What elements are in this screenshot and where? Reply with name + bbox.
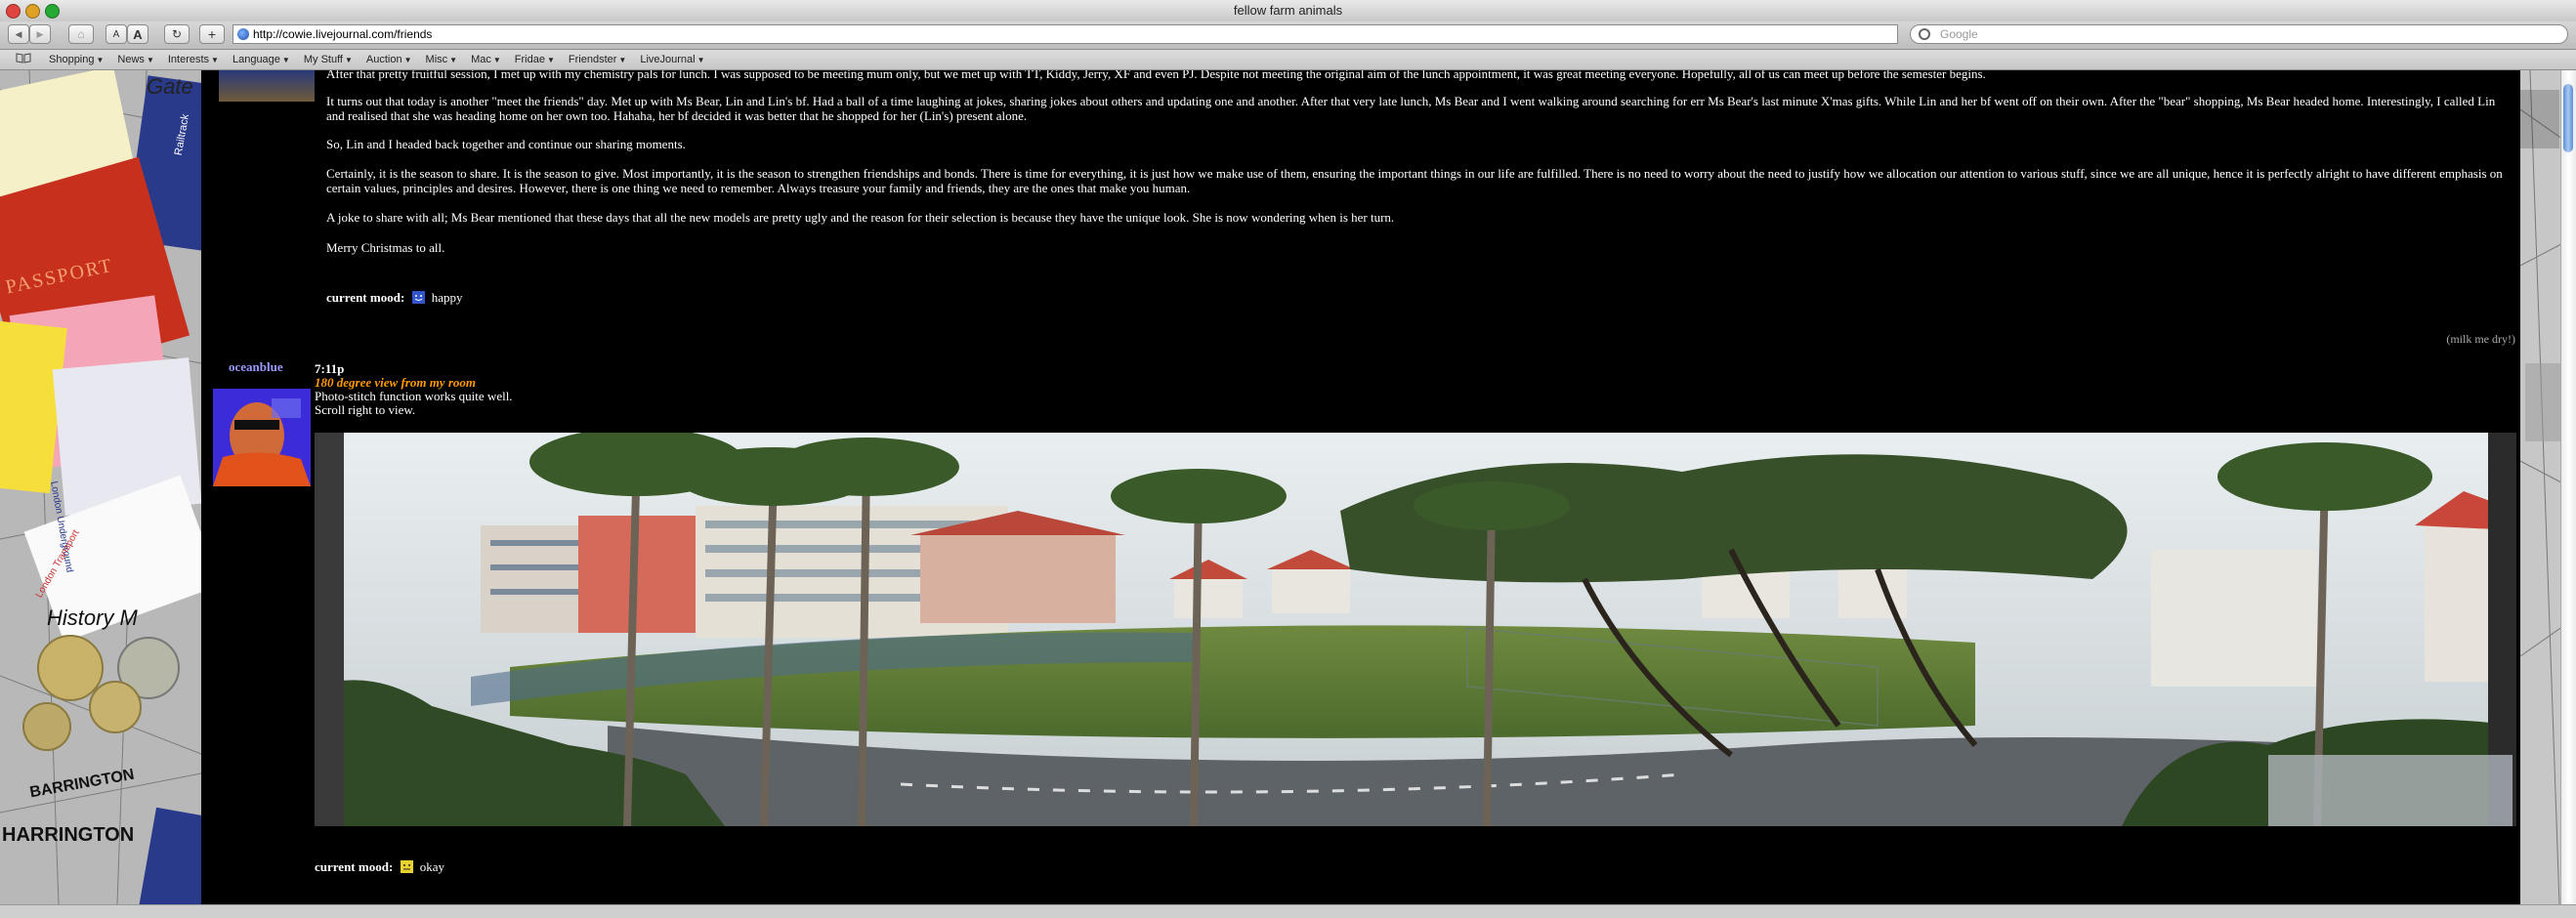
userpic-oceanblue[interactable] — [213, 389, 311, 486]
home-button[interactable]: ⌂ — [68, 24, 94, 44]
bookmark-menu-language[interactable]: Language ▼ — [232, 54, 290, 65]
forward-arrow-icon: ▶ — [36, 28, 44, 39]
bookmark-label: Fridae — [514, 54, 545, 65]
entry-text-line: Scroll right to view. — [315, 402, 416, 417]
bookmark-label: My Stuff — [303, 54, 343, 65]
dropdown-arrow-icon: ▼ — [211, 56, 219, 64]
mood-label: current mood: — [315, 859, 394, 874]
username-link[interactable]: oceanblue — [229, 359, 283, 375]
search-icon — [1919, 28, 1930, 40]
entry-paragraph: It turns out that today is another "meet… — [326, 94, 2496, 123]
bookmark-menu-interests[interactable]: Interests ▼ — [168, 54, 219, 65]
bookmarks-bar: Shopping ▼ News ▼ Interests ▼ Language ▼ My … — [0, 50, 2576, 70]
bookmark-label: LiveJournal — [640, 54, 696, 65]
bookmark-menu-news[interactable]: News ▼ — [117, 54, 153, 65]
collage-label-history: History M — [47, 605, 138, 630]
bookmark-label: Friendster — [568, 54, 617, 65]
add-bookmark-button[interactable]: + — [199, 24, 225, 44]
page-viewport: Railtrack Gate PASSPORT London Undergrou… — [0, 70, 2576, 904]
entry-paragraph: After that pretty fruitful session, I me… — [326, 70, 1986, 81]
dropdown-arrow-icon: ▼ — [96, 56, 105, 64]
bookmark-menu-my-stuff[interactable]: My Stuff ▼ — [304, 54, 353, 65]
bookmarks-book-icon[interactable] — [16, 53, 31, 66]
forward-button[interactable]: ▶ — [29, 24, 51, 44]
mood-value: happy — [431, 290, 463, 305]
collage-label-gate: Gate — [147, 74, 193, 99]
bookmark-label: Misc — [425, 54, 448, 65]
bookmark-label: Interests — [167, 54, 210, 65]
dropdown-arrow-icon: ▼ — [449, 56, 458, 64]
collage-label-harrington: HARRINGTON — [2, 824, 135, 846]
dropdown-arrow-icon: ▼ — [403, 56, 412, 64]
address-bar[interactable]: http://cowie.livejournal.com/friends — [232, 24, 1898, 44]
bookmark-menu-misc[interactable]: Misc ▼ — [426, 54, 458, 65]
bookmark-menu-mac[interactable]: Mac ▼ — [471, 54, 501, 65]
entry-paragraph: Certainly, it is the season to share. It… — [326, 166, 2503, 195]
dropdown-arrow-icon: ▼ — [697, 56, 705, 64]
bookmark-label: Auction — [365, 54, 402, 65]
bookmark-label: Shopping — [49, 54, 95, 65]
dropdown-arrow-icon: ▼ — [546, 56, 555, 64]
entry-paragraph: A joke to share with all; Ms Bear mentio… — [326, 210, 1395, 225]
mood-okay-icon — [400, 860, 413, 873]
dropdown-arrow-icon: ▼ — [146, 56, 154, 64]
search-placeholder: Google — [1940, 27, 1978, 41]
mood-value: okay — [419, 859, 445, 874]
panorama-image — [315, 433, 2516, 826]
bookmark-label: Language — [232, 54, 280, 65]
bookmark-menu-fridae[interactable]: Fridae ▼ — [515, 54, 555, 65]
vertical-scrollbar[interactable] — [2560, 70, 2576, 904]
background-collage-left: Railtrack Gate PASSPORT London Undergrou… — [0, 70, 201, 904]
dropdown-arrow-icon: ▼ — [281, 56, 290, 64]
comments-link[interactable]: (milk me dry!) — [2446, 332, 2515, 347]
plus-icon: + — [207, 26, 217, 42]
bookmark-label: Mac — [471, 54, 491, 65]
current-mood: current mood: happy — [326, 290, 463, 306]
address-text: http://cowie.livejournal.com/friends — [253, 27, 433, 41]
dropdown-arrow-icon: ▼ — [618, 56, 627, 64]
window-title: fellow farm animals — [1233, 3, 1343, 18]
entry-paragraph: Merry Christmas to all. — [326, 240, 445, 255]
smaller-text-icon: A — [112, 28, 120, 40]
bookmark-menu-shopping[interactable]: Shopping ▼ — [49, 54, 104, 65]
status-bar — [0, 904, 2576, 918]
search-field[interactable]: Google — [1910, 24, 2568, 44]
dropdown-arrow-icon: ▼ — [345, 56, 353, 64]
bookmark-menu-friendster[interactable]: Friendster ▼ — [569, 54, 626, 65]
userpic-image — [213, 389, 311, 486]
larger-text-button[interactable]: A — [127, 24, 148, 44]
entry-paragraph: So, Lin and I headed back together and c… — [326, 137, 686, 151]
smaller-text-button[interactable]: A — [106, 24, 127, 44]
scrollbar-thumb[interactable] — [2563, 84, 2573, 152]
back-arrow-icon: ◀ — [15, 28, 22, 39]
mood-happy-icon — [411, 291, 425, 304]
bookmark-menu-livejournal[interactable]: LiveJournal ▼ — [640, 54, 704, 65]
window-titlebar: fellow farm animals — [0, 0, 2576, 22]
userpic-previous — [219, 70, 315, 102]
back-button[interactable]: ◀ — [8, 24, 29, 44]
bookmark-label: News — [117, 54, 145, 65]
reload-icon: ↻ — [171, 27, 183, 41]
reload-button[interactable]: ↻ — [164, 24, 190, 44]
current-mood: current mood: okay — [315, 859, 444, 875]
browser-toolbar: ◀ ▶ ⌂ A A ↻ + http://cowie.livejournal.c… — [0, 21, 2576, 50]
mood-label: current mood: — [326, 290, 405, 305]
larger-text-icon: A — [133, 26, 143, 42]
panorama-photo — [315, 433, 2516, 826]
friends-page-main: After that pretty fruitful session, I me… — [201, 70, 2520, 904]
dropdown-arrow-icon: ▼ — [492, 56, 501, 64]
bookmark-menu-auction[interactable]: Auction ▼ — [366, 54, 412, 65]
home-icon: ⌂ — [77, 27, 85, 41]
site-icon — [237, 28, 249, 40]
